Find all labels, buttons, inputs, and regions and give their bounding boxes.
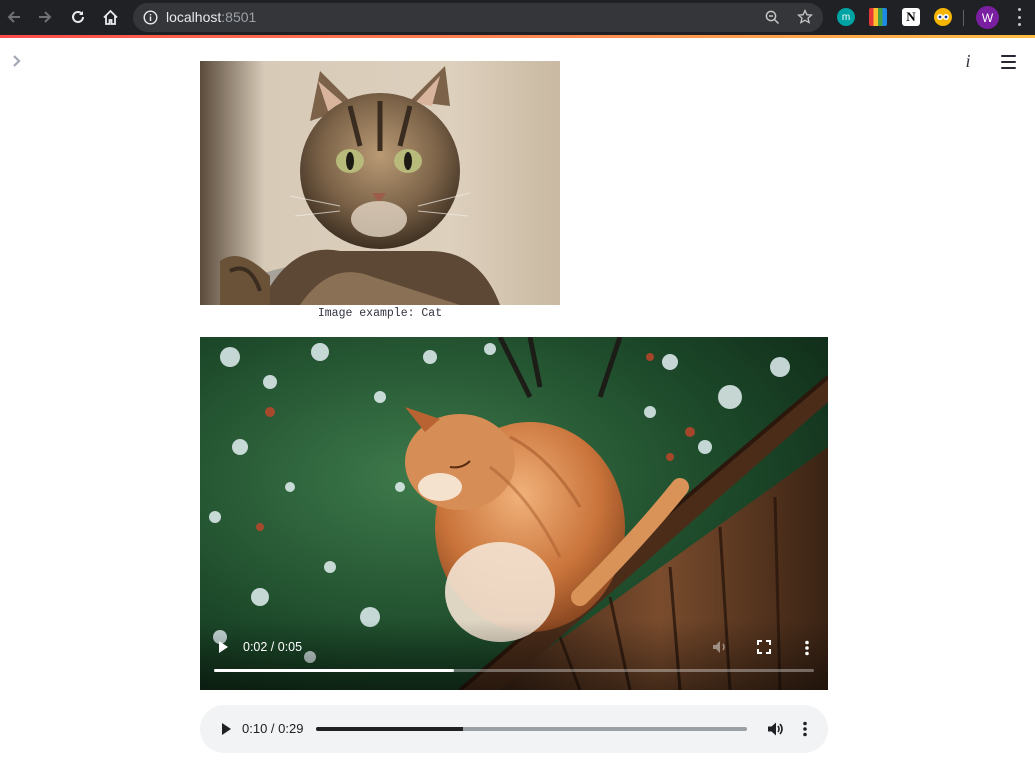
about-info-icon[interactable]: i <box>958 51 978 71</box>
extension-m-icon[interactable]: m <box>837 8 855 26</box>
audio-time-display: 0:10 / 0:29 <box>242 721 304 736</box>
sidebar-expand-chevron-icon[interactable] <box>9 53 25 69</box>
cat-image <box>200 61 560 305</box>
audio-more-options-icon[interactable] <box>802 721 808 742</box>
video-controls-overlay <box>200 620 828 690</box>
extension-eyes-icon[interactable] <box>934 8 952 26</box>
toolbar-separator <box>963 10 964 26</box>
url-host: localhost <box>166 9 222 25</box>
extension-m-letter: m <box>841 11 851 23</box>
forward-icon[interactable] <box>33 5 57 29</box>
audio-progress-fill <box>316 727 463 731</box>
site-info-icon[interactable] <box>143 10 158 30</box>
url-text: localhost:8501 <box>166 9 256 25</box>
video-play-icon[interactable] <box>217 640 229 659</box>
main-menu-hamburger-icon[interactable] <box>1001 55 1016 69</box>
address-bar[interactable]: localhost:8501 <box>133 3 823 32</box>
video-progress-bar[interactable] <box>214 669 814 672</box>
reload-icon[interactable] <box>66 5 90 29</box>
extension-palette-icon[interactable] <box>869 8 887 26</box>
browser-toolbar: localhost:8501 m N W <box>0 0 1035 35</box>
profile-initial: W <box>981 10 994 25</box>
browser-menu-icon[interactable] <box>1014 8 1024 26</box>
video-mute-icon[interactable] <box>712 640 728 659</box>
audio-play-icon[interactable] <box>220 722 232 741</box>
bookmark-star-icon[interactable] <box>796 8 814 30</box>
video-fullscreen-icon[interactable] <box>757 640 771 659</box>
back-icon[interactable] <box>2 5 26 29</box>
notion-extension-icon[interactable]: N <box>902 8 920 26</box>
profile-avatar[interactable]: W <box>976 6 999 29</box>
zoom-icon[interactable] <box>765 10 780 30</box>
home-icon[interactable] <box>98 5 122 29</box>
video-more-options-icon[interactable] <box>804 640 810 661</box>
video-time-display: 0:02 / 0:05 <box>243 640 303 654</box>
streamlit-top-decoration <box>0 35 1035 38</box>
url-port: :8501 <box>221 9 257 25</box>
audio-progress-bar[interactable] <box>316 727 747 731</box>
video-player[interactable]: 0:02 / 0:05 <box>200 337 828 690</box>
video-progress-fill <box>214 669 454 672</box>
audio-player[interactable]: 0:10 / 0:29 <box>200 705 828 753</box>
audio-volume-icon[interactable] <box>767 721 784 742</box>
image-caption: Image example: Cat <box>317 307 443 320</box>
